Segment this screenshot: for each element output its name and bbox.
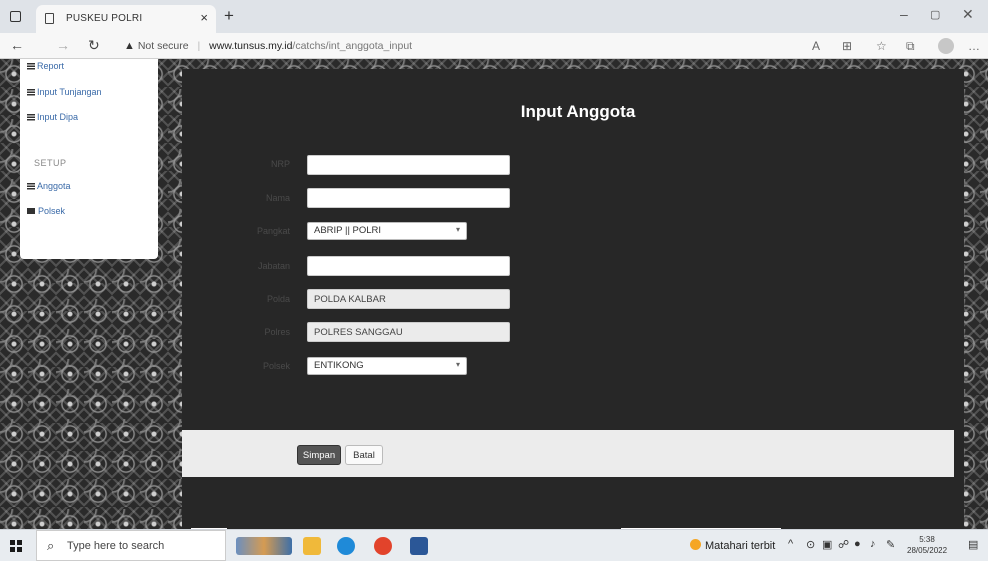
save-button[interactable]: Simpan [297,445,341,465]
form-panel: Input Anggota NRP Nama Pangkat ABRIP || … [182,69,964,529]
list-icon [27,114,35,121]
sidebar-item-label: Input Tunjangan [37,87,102,97]
url-separator: | [197,40,201,52]
minimize-icon[interactable]: – [900,6,908,22]
warning-icon: ▲ [124,40,135,52]
notifications-icon[interactable]: ▤ [968,538,978,551]
widgets-icon[interactable] [236,537,292,555]
polres-label: Polres [264,327,290,337]
tab-close-button[interactable]: × [200,10,208,25]
chevron-down-icon: ▾ [455,225,460,234]
close-window-icon[interactable]: ✕ [962,6,974,23]
button-bar: Simpan Batal [182,430,954,477]
weather-widget[interactable]: Matahari terbit [690,539,775,552]
pangkat-selected-value: ABRIP || POLRI [314,225,382,236]
address-bar: ← → ↻ ▲ Not secure | www.tunsus.my.id/ca… [0,33,988,59]
more-menu-icon[interactable]: … [968,39,980,53]
nama-input[interactable] [307,188,510,208]
taskbar: ⌕ Type here to search Matahari terbit ^ … [0,529,988,561]
extensions-icon[interactable]: ⊞ [842,39,852,53]
polres-field: POLRES SANGGAU [307,322,510,342]
display-icon[interactable]: ▣ [822,538,832,551]
browser-tab[interactable]: PUSKEU POLRI × [36,5,216,33]
list-icon [27,183,35,190]
weather-text: Matahari terbit [705,540,776,552]
new-tab-button[interactable]: + [224,6,234,26]
taskbar-search[interactable]: ⌕ Type here to search [36,530,226,561]
sidebar-item-report[interactable]: Report [27,61,64,71]
sidebar-section-setup: SETUP [34,158,67,168]
volume-icon[interactable]: ♪ [870,538,876,550]
polsek-selected-value: ENTIKONG [314,360,364,371]
polda-field: POLDA KALBAR [307,289,510,309]
jabatan-label: Jabatan [257,261,290,271]
sidebar-item-input-dipa[interactable]: Input Dipa [27,112,78,122]
chrome-tray-icon[interactable]: ● [854,538,861,550]
search-icon: ⌕ [47,538,55,553]
browser-tab-bar: PUSKEU POLRI × + – ▢ ✕ [0,0,988,33]
pangkat-label: Pangkat [256,226,290,236]
page-icon [45,13,54,24]
clock[interactable]: 5:38 28/05/2022 [907,534,947,556]
pen-icon[interactable]: ✎ [886,538,895,551]
search-placeholder: Type here to search [67,540,165,552]
word-icon[interactable] [410,537,428,555]
nrp-label: NRP [270,159,290,169]
flag-icon [27,208,35,214]
list-icon [27,63,35,70]
favorites-icon[interactable]: ☆ [876,39,887,53]
chrome-icon[interactable] [374,537,392,555]
sidebar-item-polsek[interactable]: Polsek [27,206,65,216]
clock-date: 28/05/2022 [907,546,948,555]
clock-time: 5:38 [919,535,935,544]
edge-icon[interactable] [337,537,355,555]
read-aloud-icon[interactable]: A [812,39,820,53]
sidebar-item-label: Polsek [38,206,66,216]
sidebar-item-label: Anggota [37,181,71,191]
sun-icon [690,539,701,550]
network-icon[interactable]: ☍ [838,538,849,551]
chevron-up-icon[interactable]: ^ [788,538,793,550]
restore-icon[interactable]: ▢ [930,8,940,21]
page-title: Input Anggota [520,102,636,121]
back-icon[interactable]: ← [10,37,24,53]
pangkat-select[interactable]: ABRIP || POLRI ▾ [307,222,467,240]
polda-label: Polda [266,294,290,304]
polsek-label: Polsek [262,361,290,371]
url-field[interactable]: ▲ Not secure | www.tunsus.my.id/catchs/i… [124,40,412,52]
forward-icon[interactable]: → [56,37,70,53]
polsek-select[interactable]: ENTIKONG ▾ [307,357,467,375]
security-label: Not secure [137,40,189,52]
url-path: /catchs/int_anggota_input [292,40,413,52]
sidebar-item-label: Report [37,61,65,71]
nama-label: Nama [265,193,290,203]
list-icon [27,89,35,96]
collections-icon[interactable]: ⧉ [906,39,915,54]
chevron-down-icon: ▾ [455,360,460,369]
file-explorer-icon[interactable] [303,537,321,555]
profile-avatar[interactable] [938,38,954,54]
jabatan-input[interactable] [307,256,510,276]
reload-icon[interactable]: ↻ [88,37,100,54]
url-host: www.tunsus.my.id [209,40,293,52]
sidebar-item-input-tunjangan[interactable]: Input Tunjangan [27,87,102,97]
tab-actions-icon[interactable] [10,11,21,22]
windows-start-icon[interactable] [10,540,22,552]
tab-title: PUSKEU POLRI [66,13,143,24]
sidebar-item-label: Input Dipa [37,112,79,122]
meet-icon[interactable]: ⊙ [806,538,815,551]
cancel-button[interactable]: Batal [345,445,383,465]
nrp-input[interactable] [307,155,510,175]
sidebar: Report Input Tunjangan Input Dipa SETUP … [20,59,158,259]
sidebar-item-anggota[interactable]: Anggota [27,181,71,191]
page-content: Report Input Tunjangan Input Dipa SETUP … [0,59,988,529]
